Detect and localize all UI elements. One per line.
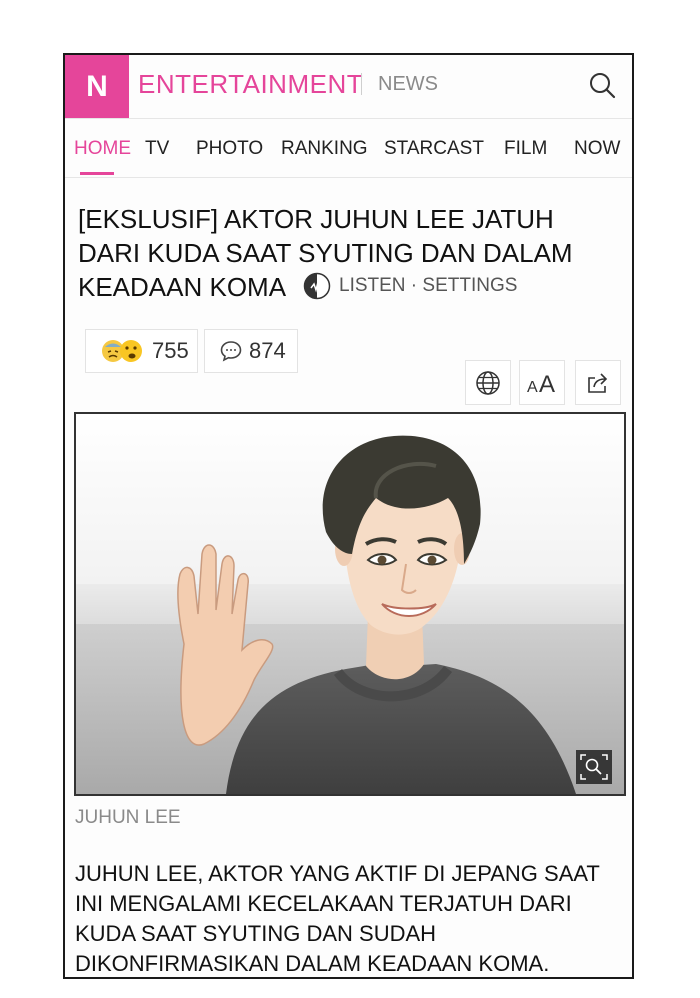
tab-ranking[interactable]: RANKING [281, 138, 368, 160]
comment-icon [220, 341, 242, 362]
svg-text:A: A [527, 379, 538, 396]
font-size-icon: A A [527, 371, 555, 396]
tab-now[interactable]: NOW [574, 138, 620, 160]
article-body: JUHUN LEE, AKTOR YANG AKTIF DI JEPANG SA… [75, 861, 600, 976]
translate-button[interactable] [465, 360, 511, 405]
tab-film[interactable]: FILM [504, 138, 547, 160]
tab-photo[interactable]: PHOTO [196, 138, 263, 160]
share-icon [588, 372, 608, 393]
naver-logo[interactable]: N [65, 55, 129, 118]
listen-settings[interactable]: LISTEN · SETTINGS [303, 271, 517, 301]
font-size-button[interactable]: A A [519, 360, 565, 405]
listen-label: LISTEN · SETTINGS [339, 275, 518, 296]
tab-home[interactable]: HOME [74, 138, 131, 160]
header-divider [361, 73, 362, 95]
comment-count: 874 [249, 338, 286, 363]
search-icon[interactable] [588, 71, 616, 99]
listen-icon [303, 272, 331, 300]
share-button[interactable] [575, 360, 621, 405]
active-tab-indicator [80, 172, 114, 175]
comments-button[interactable]: 874 [204, 329, 298, 373]
reaction-emoji-icon [102, 340, 142, 362]
top-header: N ENTERTAINMENT NEWS [65, 55, 632, 119]
svg-text:A: A [539, 371, 555, 396]
category-nav: HOME TV PHOTO RANKING STARCAST FILM NOW [65, 119, 632, 178]
article-photo[interactable] [74, 412, 626, 796]
photo-caption: JUHUN LEE [75, 807, 181, 828]
brand-title[interactable]: ENTERTAINMENT [138, 69, 363, 100]
tab-tv[interactable]: TV [145, 138, 169, 160]
reaction-button[interactable]: 755 [85, 329, 198, 373]
section-label[interactable]: NEWS [378, 73, 438, 96]
phone-frame: N ENTERTAINMENT NEWS HOME TV PHOTO RANKI… [63, 53, 634, 979]
globe-icon [476, 370, 500, 395]
logo-letter: N [86, 69, 108, 103]
tab-starcast[interactable]: STARCAST [384, 138, 484, 160]
reaction-count: 755 [152, 338, 189, 363]
zoom-icon[interactable] [576, 750, 612, 784]
